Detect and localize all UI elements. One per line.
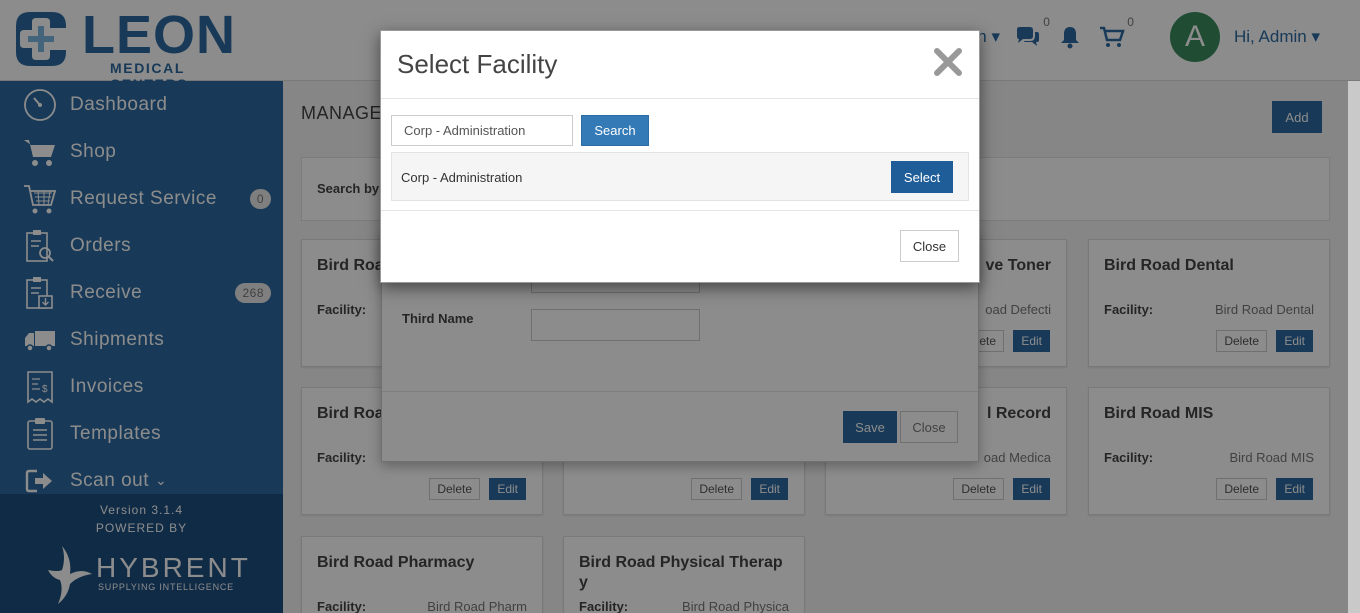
facility-search-input[interactable] [391,115,573,146]
scrollbar[interactable] [1348,81,1360,613]
select-button[interactable]: Select [891,161,953,193]
search-button[interactable]: Search [581,115,649,146]
close-icon[interactable] [931,45,965,79]
close-button[interactable]: Close [900,230,959,262]
modal-header: Select Facility [381,31,979,99]
facility-result-label: Corp - Administration [401,170,523,185]
facility-result-row: Corp - Administration Select [391,152,969,201]
modal-footer-divider [381,210,979,211]
select-facility-modal: Select Facility Search Corp - Administra… [380,30,980,283]
modal-title: Select Facility [397,49,558,79]
